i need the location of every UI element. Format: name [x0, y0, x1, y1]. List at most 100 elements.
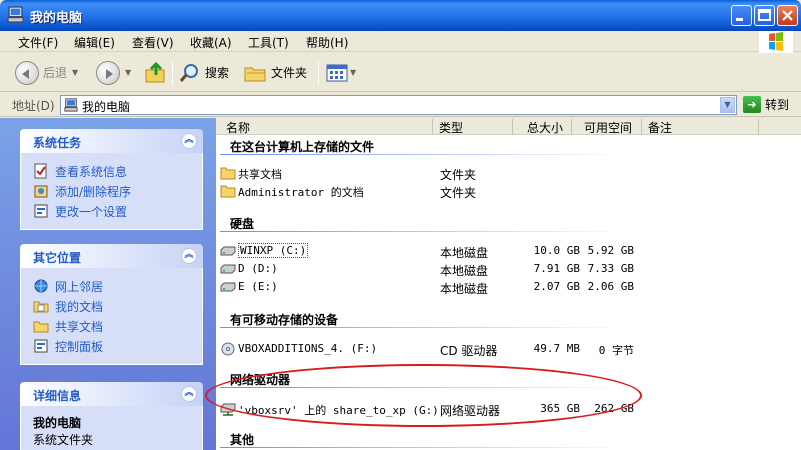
task-view-system-info[interactable]: 查看系统信息 [33, 161, 202, 181]
menu-bar: 文件(F) 编辑(E) 查看(V) 收藏(A) 工具(T) 帮助(H) [0, 31, 801, 53]
place-control-panel[interactable]: 控制面板 [33, 336, 202, 356]
minimize-button[interactable] [731, 5, 752, 26]
forward-dropdown-icon[interactable]: ▼ [125, 68, 131, 77]
column-total-size[interactable]: 总大小 [513, 119, 572, 135]
task-label: 查看系统信息 [55, 164, 128, 179]
folders-label: 文件夹 [271, 66, 308, 80]
back-arrow-icon [15, 60, 39, 85]
go-button[interactable]: ➜ 转到 [743, 96, 789, 113]
back-dropdown-icon[interactable]: ▼ [72, 68, 78, 77]
folder-icon [220, 167, 236, 180]
menu-edit[interactable]: 编辑(E) [74, 34, 115, 51]
control-panel-icon [34, 339, 48, 353]
collapse-icon[interactable]: ︽ [181, 133, 197, 149]
collapse-icon[interactable]: ︽ [181, 248, 197, 264]
place-my-documents[interactable]: 我的文档 [33, 296, 202, 316]
list-item[interactable]: 共享文档 文件夹 [220, 164, 680, 182]
address-dropdown-icon[interactable]: ▼ [720, 97, 735, 113]
column-name[interactable]: 名称 [216, 119, 433, 135]
maximize-button[interactable] [754, 5, 775, 26]
system-tasks-body: 查看系统信息 添加/删除程序 更改一个设置 [20, 153, 203, 230]
other-places-title: 其它位置 [33, 251, 82, 265]
system-tasks-panel: 系统任务 ︽ 查看系统信息 添加/删除程序 更改一个设置 [20, 129, 203, 230]
address-bar: 地址(D) 我的电脑 ▼ ➜ 转到 [0, 93, 801, 117]
shared-folder-icon [33, 321, 49, 333]
details-title: 详细信息 [33, 389, 82, 403]
views-button[interactable]: ▼ [325, 59, 356, 86]
forward-button[interactable]: ▼ [96, 59, 131, 86]
item-type: 文件夹 [440, 186, 477, 200]
system-tasks-header[interactable]: 系统任务 ︽ [20, 129, 203, 153]
collapse-icon[interactable]: ︽ [181, 386, 197, 402]
network-icon [34, 279, 48, 293]
title-bar[interactable]: 我的电脑 [0, 0, 801, 31]
list-item[interactable]: D (D:) 本地磁盘 7.91 GB 7.33 GB [220, 260, 680, 278]
hard-drive-icon [220, 264, 236, 274]
back-label: 后退 [43, 66, 68, 80]
item-name: E (E:) [238, 280, 278, 293]
details-body: 我的电脑 系统文件夹 [20, 406, 203, 450]
toolbar: 后退 ▼ ▼ 搜索 文件夹 ▼ [0, 53, 801, 92]
my-computer-icon [64, 98, 78, 112]
place-network-neighborhood[interactable]: 网上邻居 [33, 276, 202, 296]
task-change-setting[interactable]: 更改一个设置 [33, 201, 202, 221]
add-remove-programs-icon [34, 185, 48, 198]
item-type: CD 驱动器 [440, 344, 498, 358]
item-free-space: 7.33 GB [587, 262, 634, 275]
address-input[interactable]: 我的电脑 ▼ [60, 95, 737, 115]
list-item[interactable]: Administrator 的文档 文件夹 [220, 182, 680, 200]
list-item[interactable]: 'vboxsrv' 上的 share_to_xp (G:) 网络驱动器 365 … [220, 400, 680, 418]
details-header[interactable]: 详细信息 ︽ [20, 382, 203, 406]
menu-tools[interactable]: 工具(T) [248, 34, 289, 51]
item-type: 本地磁盘 [440, 282, 489, 296]
column-header: 名称 类型 总大小 可用空间 备注 [216, 118, 801, 135]
item-type: 本地磁盘 [440, 246, 489, 260]
list-item[interactable]: WINXP (C:) 本地磁盘 10.0 GB 5.92 GB [220, 242, 680, 260]
item-free-space: 5.92 GB [587, 244, 634, 257]
group-other-title: 其他 [230, 433, 255, 447]
hard-drive-icon [220, 246, 236, 256]
item-total-size: 2.07 GB [533, 280, 580, 293]
group-removable-title: 有可移动存储的设备 [230, 313, 339, 327]
address-label: 地址(D) [12, 99, 55, 113]
other-places-body: 网上邻居 我的文档 共享文档 控制面板 [20, 268, 203, 365]
list-item[interactable]: E (E:) 本地磁盘 2.07 GB 2.06 GB [220, 278, 680, 296]
folders-button[interactable]: 文件夹 [243, 59, 307, 86]
group-network-drives-title: 网络驱动器 [230, 373, 291, 387]
up-folder-icon [145, 61, 165, 82]
details-panel: 详细信息 ︽ 我的电脑 系统文件夹 [20, 382, 203, 450]
my-computer-icon [7, 6, 24, 23]
close-button[interactable] [777, 5, 798, 26]
views-icon [326, 64, 348, 81]
views-dropdown-icon[interactable]: ▼ [350, 68, 356, 77]
group-divider [220, 154, 628, 155]
system-info-icon [34, 163, 47, 179]
search-button[interactable]: 搜索 [179, 59, 229, 86]
hard-drive-icon [220, 282, 236, 292]
cd-drive-icon [221, 342, 235, 356]
item-name: Administrator 的文档 [238, 186, 364, 199]
window-title: 我的电脑 [30, 11, 83, 26]
column-type[interactable]: 类型 [433, 119, 513, 135]
other-places-header[interactable]: 其它位置 ︽ [20, 244, 203, 268]
group-hard-disks-title: 硬盘 [230, 217, 255, 231]
control-panel-icon [34, 204, 48, 218]
go-arrow-icon: ➜ [743, 96, 761, 113]
menu-view[interactable]: 查看(V) [132, 34, 174, 51]
task-add-remove-programs[interactable]: 添加/删除程序 [33, 181, 202, 201]
search-label: 搜索 [205, 66, 230, 80]
menu-help[interactable]: 帮助(H) [306, 34, 348, 51]
group-divider [220, 387, 628, 388]
column-comments[interactable]: 备注 [642, 119, 759, 135]
menu-file[interactable]: 文件(F) [18, 34, 58, 51]
item-name: 共享文档 [238, 168, 282, 181]
group-divider [220, 327, 628, 328]
column-free-space[interactable]: 可用空间 [572, 119, 642, 135]
up-button[interactable] [144, 59, 168, 86]
list-item[interactable]: VBOXADDITIONS_4. (F:) CD 驱动器 49.7 MB 0 字… [220, 340, 680, 358]
item-free-space: 2.06 GB [587, 280, 634, 293]
place-shared-documents[interactable]: 共享文档 [33, 316, 202, 336]
folders-icon [244, 67, 266, 81]
menu-favorites[interactable]: 收藏(A) [190, 34, 232, 51]
back-button[interactable]: 后退 ▼ [15, 59, 78, 86]
